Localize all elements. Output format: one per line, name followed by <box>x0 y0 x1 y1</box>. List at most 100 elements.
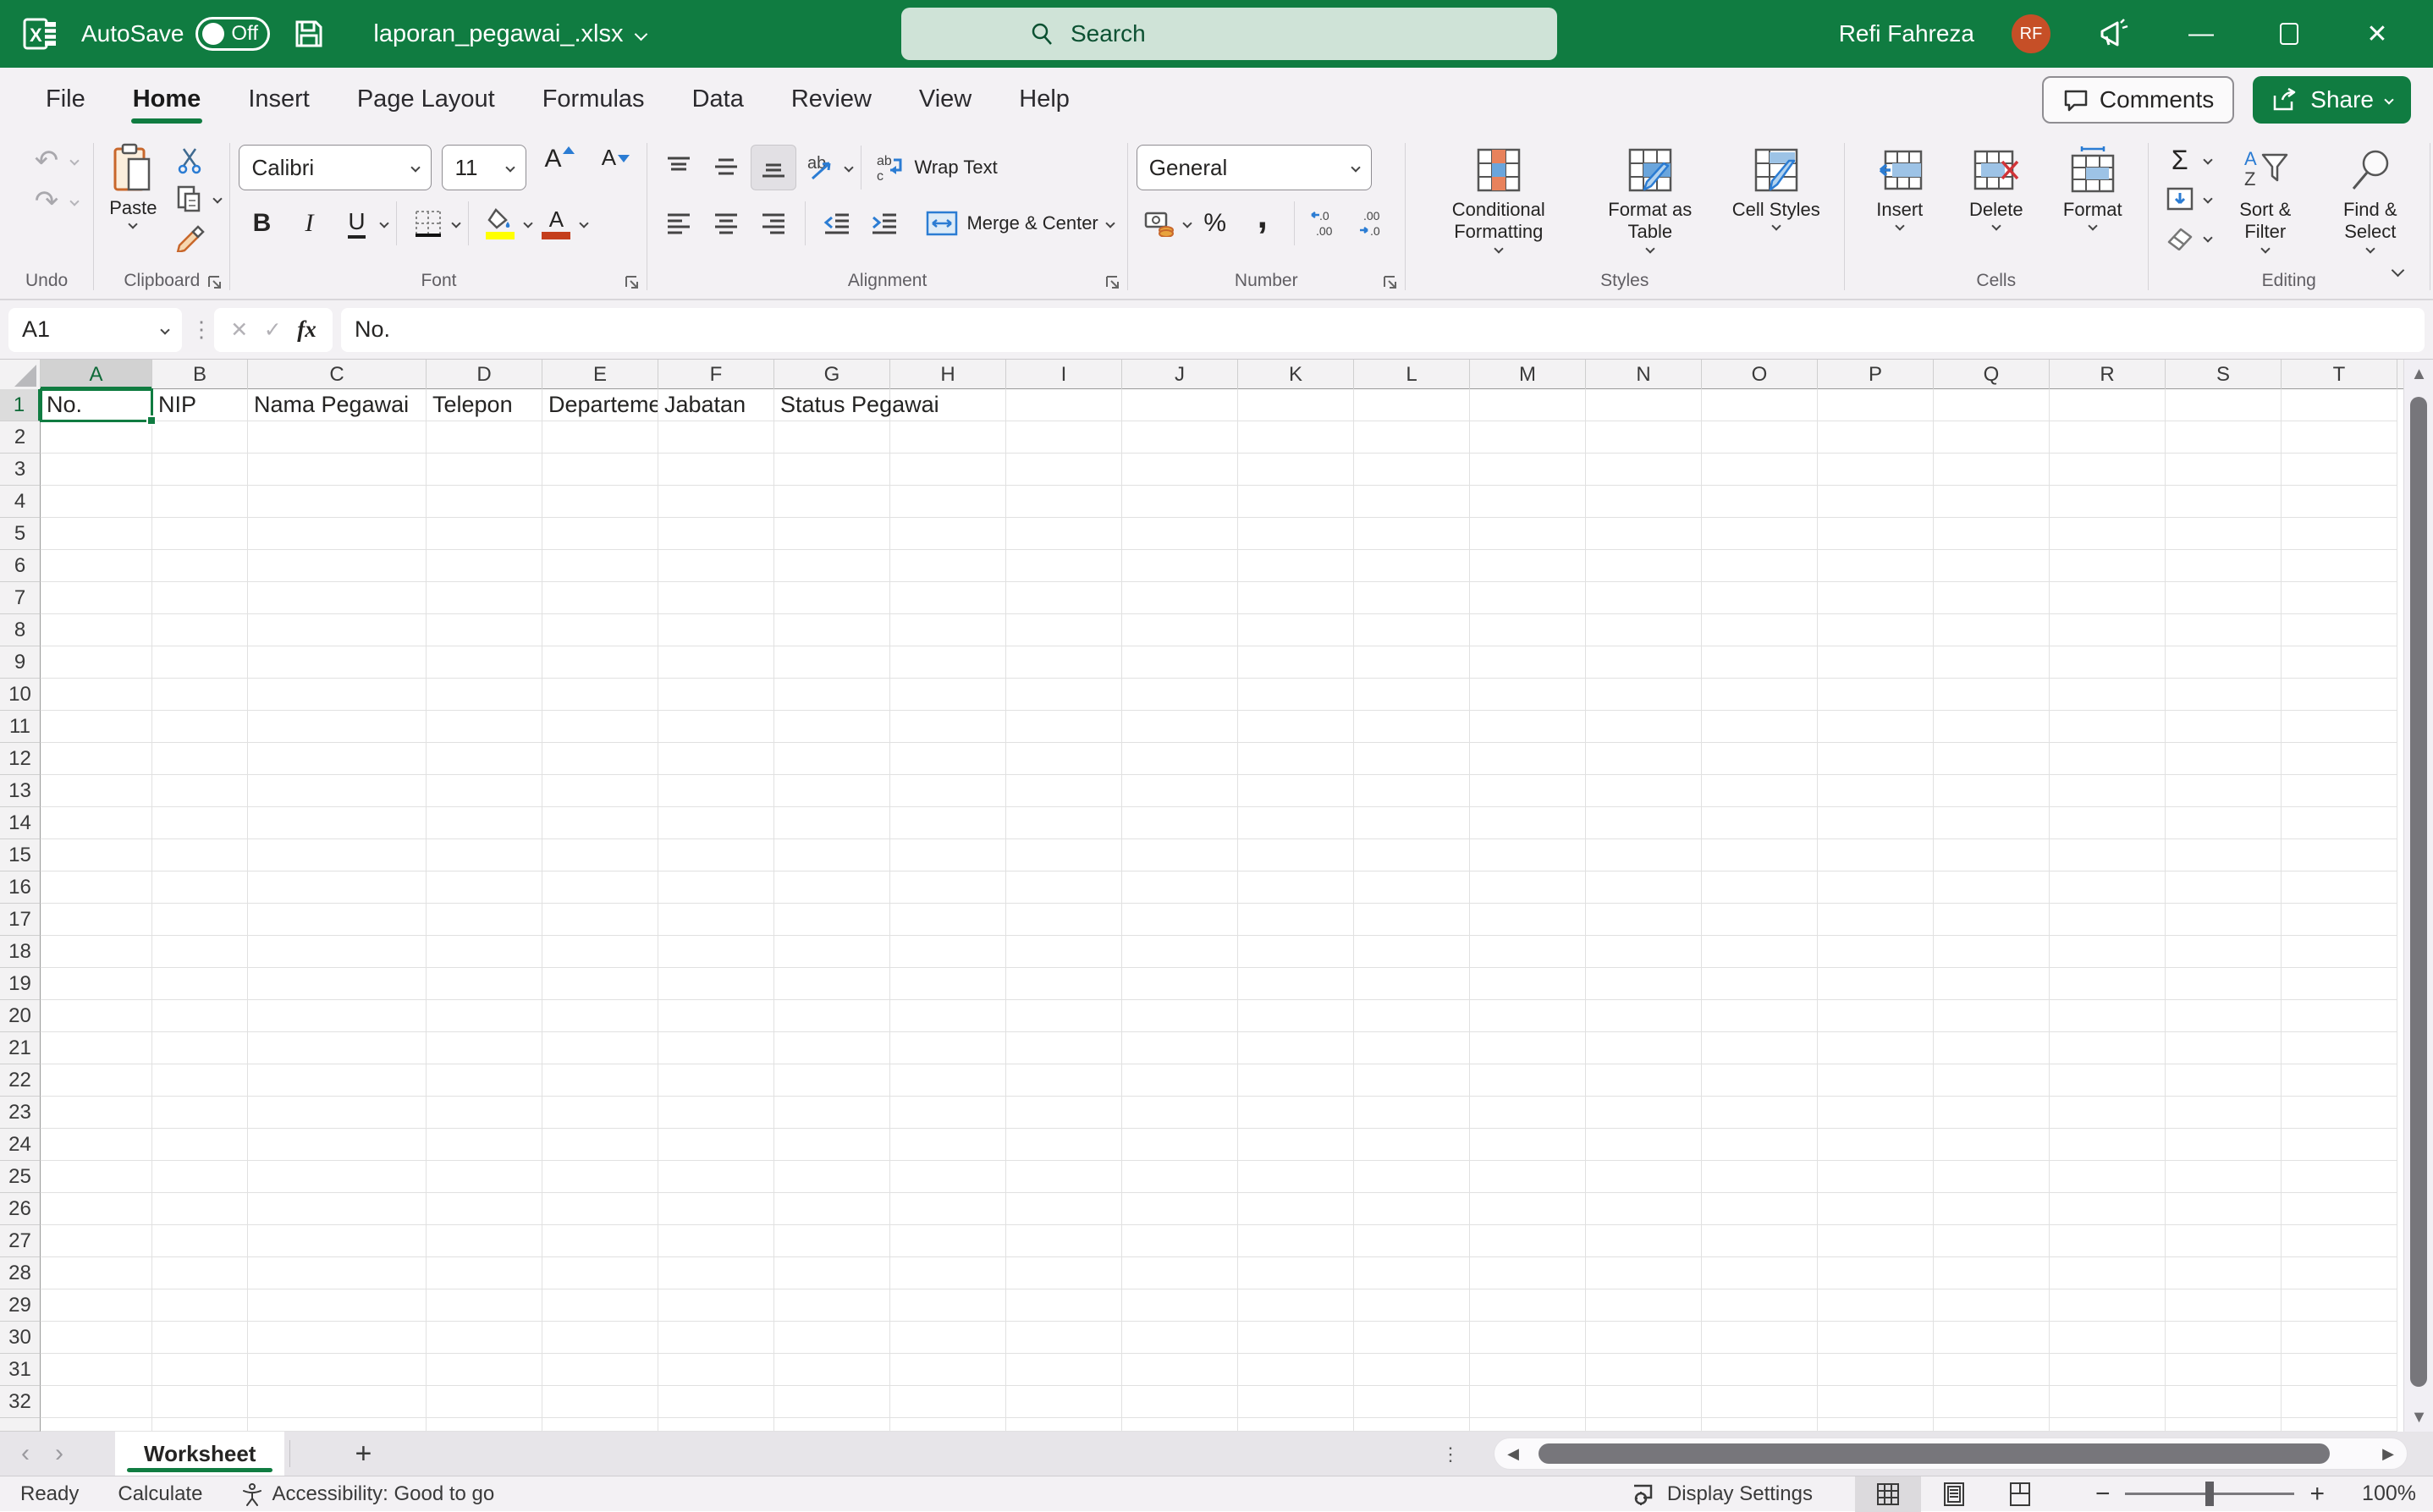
row-header-25[interactable]: 25 <box>0 1161 41 1193</box>
redo-button[interactable]: ↷ <box>24 179 69 224</box>
cell-N14[interactable] <box>1586 807 1702 839</box>
cell-M17[interactable] <box>1470 904 1586 936</box>
cell-J3[interactable] <box>1122 454 1238 486</box>
cell-K16[interactable] <box>1238 871 1354 904</box>
cell-S22[interactable] <box>2166 1064 2282 1097</box>
cell-C30[interactable] <box>248 1322 427 1354</box>
cell-M31[interactable] <box>1470 1354 1586 1386</box>
cell-S3[interactable] <box>2166 454 2282 486</box>
align-center-button[interactable] <box>703 201 749 246</box>
cell-S32[interactable] <box>2166 1386 2282 1418</box>
cell-T32[interactable] <box>2282 1386 2397 1418</box>
cell-P6[interactable] <box>1818 550 1934 582</box>
cell-F25[interactable] <box>658 1161 774 1193</box>
page-break-preview-button[interactable] <box>1987 1476 2053 1512</box>
cell-T26[interactable] <box>2282 1193 2397 1225</box>
cell-J16[interactable] <box>1122 871 1238 904</box>
tab-view[interactable]: View <box>897 77 994 122</box>
cell-M23[interactable] <box>1470 1097 1586 1129</box>
cell-L15[interactable] <box>1354 839 1470 871</box>
column-header-O[interactable]: O <box>1702 360 1818 389</box>
cell-P10[interactable] <box>1818 679 1934 711</box>
cell-A17[interactable] <box>41 904 152 936</box>
cell-R28[interactable] <box>2050 1257 2166 1289</box>
cell-Q7[interactable] <box>1934 582 2050 614</box>
cell-B17[interactable] <box>152 904 248 936</box>
cell-D30[interactable] <box>427 1322 542 1354</box>
cell-S14[interactable] <box>2166 807 2282 839</box>
cell-N16[interactable] <box>1586 871 1702 904</box>
cell-E13[interactable] <box>542 775 658 807</box>
cell-O2[interactable] <box>1702 421 1818 454</box>
cell-F10[interactable] <box>658 679 774 711</box>
cell-R26[interactable] <box>2050 1193 2166 1225</box>
cell-Q24[interactable] <box>1934 1129 2050 1161</box>
cell-D20[interactable] <box>427 1000 542 1032</box>
cell-L29[interactable] <box>1354 1289 1470 1322</box>
cell-R10[interactable] <box>2050 679 2166 711</box>
cell-I11[interactable] <box>1006 711 1122 743</box>
cell-H32[interactable] <box>890 1386 1006 1418</box>
cell-J24[interactable] <box>1122 1129 1238 1161</box>
cell-M27[interactable] <box>1470 1225 1586 1257</box>
cell-A23[interactable] <box>41 1097 152 1129</box>
cell-K24[interactable] <box>1238 1129 1354 1161</box>
cell-I30[interactable] <box>1006 1322 1122 1354</box>
cell-P23[interactable] <box>1818 1097 1934 1129</box>
cell-O10[interactable] <box>1702 679 1818 711</box>
cell-K32[interactable] <box>1238 1386 1354 1418</box>
cell-C15[interactable] <box>248 839 427 871</box>
cell-J7[interactable] <box>1122 582 1238 614</box>
cell-L10[interactable] <box>1354 679 1470 711</box>
cell-F5[interactable] <box>658 518 774 550</box>
cell-O26[interactable] <box>1702 1193 1818 1225</box>
cell-S26[interactable] <box>2166 1193 2282 1225</box>
close-button[interactable]: ✕ <box>2352 8 2403 59</box>
cell-D21[interactable] <box>427 1032 542 1064</box>
cell-R11[interactable] <box>2050 711 2166 743</box>
fill-button[interactable] <box>2157 182 2203 216</box>
cell-O15[interactable] <box>1702 839 1818 871</box>
cell-P4[interactable] <box>1818 486 1934 518</box>
cell-E22[interactable] <box>542 1064 658 1097</box>
cell-E11[interactable] <box>542 711 658 743</box>
cell-H10[interactable] <box>890 679 1006 711</box>
file-name-control[interactable]: laporan_pegawai_.xlsx <box>373 20 646 48</box>
font-size-combo[interactable]: 11 <box>442 145 526 190</box>
cell-Q18[interactable] <box>1934 936 2050 968</box>
row-header-10[interactable]: 10 <box>0 679 41 711</box>
cell-F9[interactable] <box>658 646 774 679</box>
cell-T19[interactable] <box>2282 968 2397 1000</box>
cell-M6[interactable] <box>1470 550 1586 582</box>
scroll-down-arrow-icon[interactable]: ▼ <box>2404 1403 2433 1432</box>
cell-N17[interactable] <box>1586 904 1702 936</box>
cell-D10[interactable] <box>427 679 542 711</box>
zoom-slider-thumb[interactable] <box>2205 1482 2214 1506</box>
cell-D9[interactable] <box>427 646 542 679</box>
cell-K23[interactable] <box>1238 1097 1354 1129</box>
cell-H30[interactable] <box>890 1322 1006 1354</box>
cell-D7[interactable] <box>427 582 542 614</box>
cell-C6[interactable] <box>248 550 427 582</box>
cell-P5[interactable] <box>1818 518 1934 550</box>
cell-R30[interactable] <box>2050 1322 2166 1354</box>
cell-A14[interactable] <box>41 807 152 839</box>
cell-P8[interactable] <box>1818 614 1934 646</box>
cell-Q3[interactable] <box>1934 454 2050 486</box>
cell-A19[interactable] <box>41 968 152 1000</box>
row-header-12[interactable]: 12 <box>0 743 41 775</box>
zoom-slider[interactable] <box>2125 1493 2294 1495</box>
cell-N22[interactable] <box>1586 1064 1702 1097</box>
cell-C22[interactable] <box>248 1064 427 1097</box>
cell-F13[interactable] <box>658 775 774 807</box>
cut-button[interactable] <box>167 142 212 178</box>
cell-S16[interactable] <box>2166 871 2282 904</box>
cell-I4[interactable] <box>1006 486 1122 518</box>
cell-M29[interactable] <box>1470 1289 1586 1322</box>
cell-L8[interactable] <box>1354 614 1470 646</box>
cell-E9[interactable] <box>542 646 658 679</box>
vertical-scrollbar[interactable]: ▲ ▼ <box>2403 360 2433 1432</box>
cell-A29[interactable] <box>41 1289 152 1322</box>
cell-H16[interactable] <box>890 871 1006 904</box>
cell-P15[interactable] <box>1818 839 1934 871</box>
